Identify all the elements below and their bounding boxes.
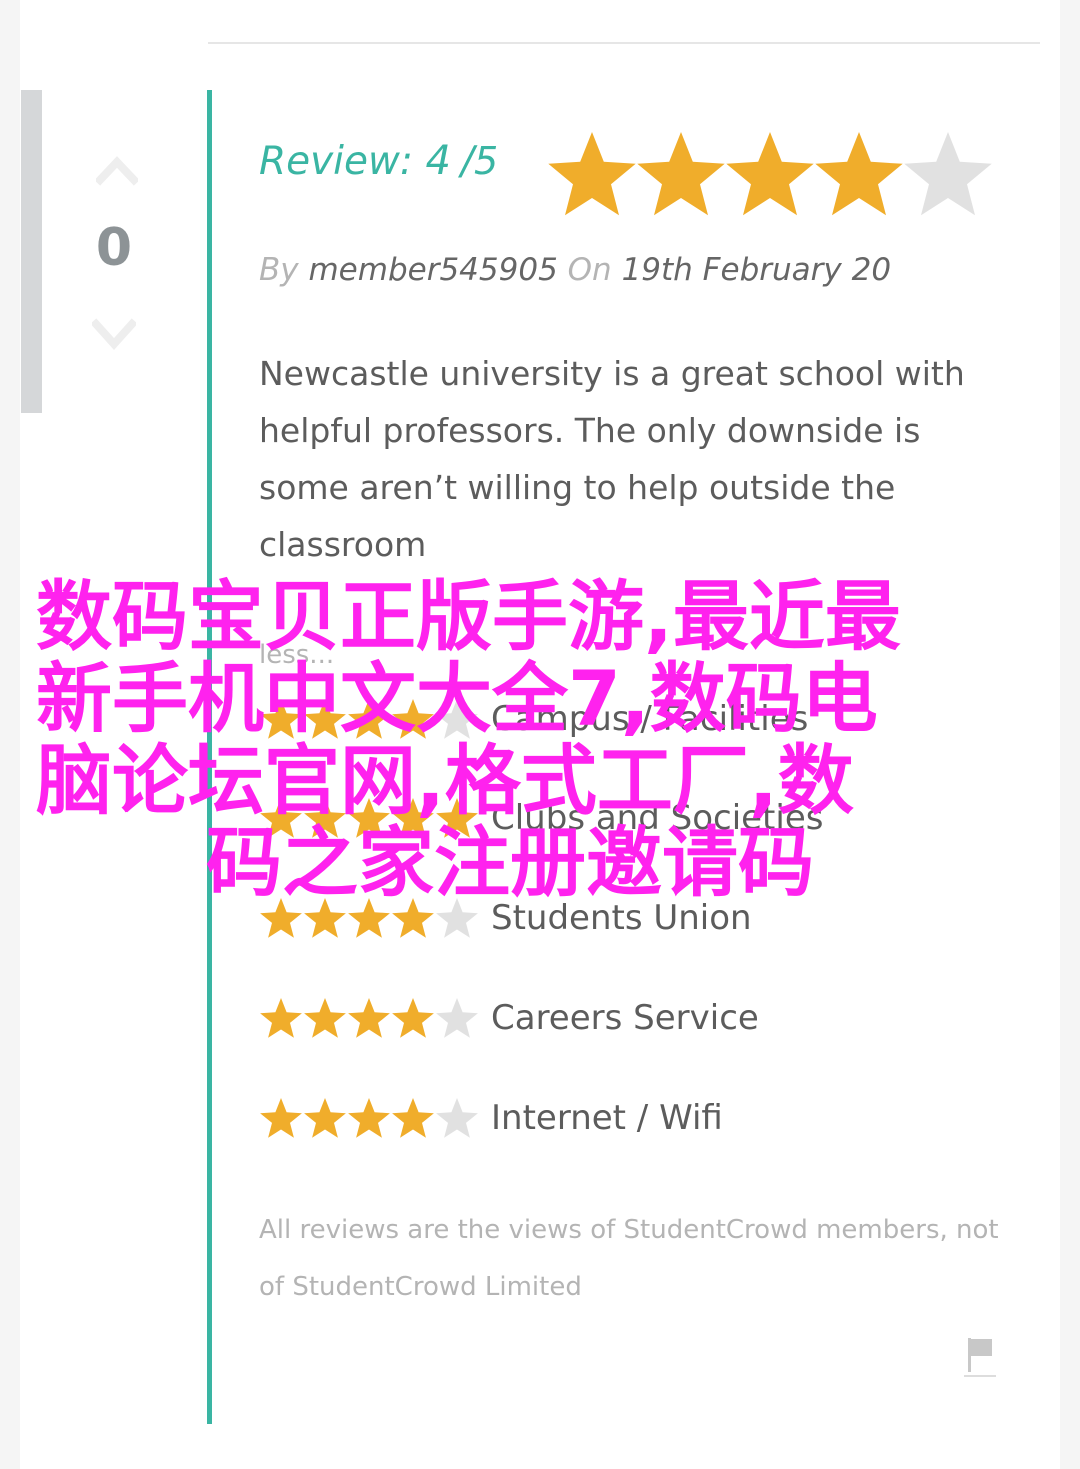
review-label: Review: [259,139,414,184]
star-filled-icon [348,1098,390,1138]
star-filled-icon [260,998,302,1038]
review-author[interactable]: member545905 [308,252,557,288]
review-date: 19th February 20 [621,252,892,288]
category-rating-row: Careers Service [259,998,959,1048]
star-filled-icon [548,132,636,216]
star-empty-icon [436,1098,478,1138]
overall-star-rating [548,132,992,216]
star-filled-icon [392,998,434,1038]
star-filled-icon [815,132,903,216]
review-body: Newcastle university is a great school w… [259,354,965,564]
review-out-of: 5 [474,139,499,183]
disclaimer: All reviews are the views of StudentCrow… [259,1215,999,1302]
star-filled-icon [304,998,346,1038]
star-filled-icon [392,1098,434,1138]
category-star-rating [260,998,478,1038]
star-empty-icon [436,998,478,1038]
review-slash: / [460,139,475,184]
star-filled-icon [637,132,725,216]
overlay-line: 脑论坛官网,格式工厂,数 [36,736,854,825]
flag-icon[interactable] [964,1334,996,1378]
overlay-line: 数码宝贝正版手游,最近最 [36,572,901,661]
star-empty-icon [904,132,992,216]
vote-sidebar-bar [21,90,42,413]
vote-up-icon[interactable] [96,150,138,190]
overlay-watermark-text: 数码宝贝正版手游,最近最 新手机中文大全7,数码电 脑论坛官网,格式工厂,数 码… [36,576,1004,904]
category-star-rating [260,1098,478,1138]
review-heading: Review: 4/5 [259,138,498,184]
vote-down-icon[interactable] [92,318,136,354]
star-filled-icon [304,1098,346,1138]
review-score: 4 [425,138,451,184]
on-label: On [567,252,612,288]
review-byline: By member545905 On 19th February 20 [259,252,891,288]
star-filled-icon [260,1098,302,1138]
by-label: By [259,252,299,288]
star-filled-icon [348,998,390,1038]
overlay-line: 码之家注册邀请码 [206,818,814,907]
category-rating-row: Internet / Wifi [259,1098,959,1148]
top-divider [208,42,1040,44]
star-filled-icon [726,132,814,216]
category-rating-label: Careers Service [491,998,759,1038]
category-rating-label: Internet / Wifi [491,1098,723,1138]
vote-count: 0 [95,218,133,278]
overlay-line: 新手机中文大全7,数码电 [36,654,878,743]
